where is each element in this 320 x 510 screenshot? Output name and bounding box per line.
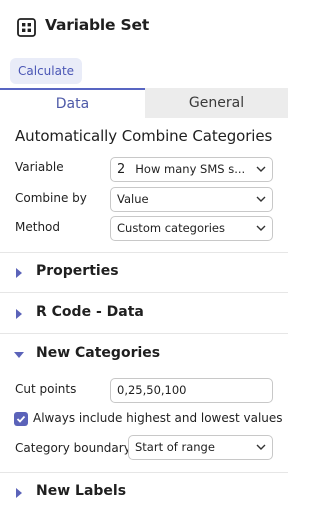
combine-by-label: Combine by: [15, 191, 87, 205]
tab-general[interactable]: General: [145, 88, 288, 118]
divider: [0, 252, 288, 253]
new-categories-section-toggle[interactable]: New Categories: [0, 340, 288, 370]
combine-by-select[interactable]: Value: [110, 187, 273, 212]
category-boundary-value: Start of range: [135, 440, 215, 454]
section-title: Automatically Combine Categories: [15, 127, 273, 145]
checkmark-icon: [16, 415, 26, 423]
grid-icon: [17, 18, 36, 37]
caret-right-icon: [16, 268, 22, 278]
chevron-down-icon: [256, 166, 266, 172]
panel-title: Variable Set: [45, 16, 150, 34]
variable-select[interactable]: 2 How many SMS s...: [110, 157, 273, 182]
method-value: Custom categories: [117, 221, 225, 235]
caret-right-icon: [16, 309, 22, 319]
new-labels-section-toggle[interactable]: New Labels: [0, 478, 288, 508]
tab-bar: Data General: [0, 88, 288, 118]
caret-down-icon: [14, 352, 24, 358]
chevron-down-icon: [256, 444, 266, 450]
cut-points-label: Cut points: [15, 382, 77, 396]
properties-label: Properties: [36, 263, 119, 279]
divider: [0, 292, 288, 293]
properties-section-toggle[interactable]: Properties: [0, 258, 288, 288]
r-code-label: R Code - Data: [36, 304, 144, 320]
chevron-down-icon: [256, 196, 266, 202]
category-boundary-label: Category boundary: [15, 441, 131, 455]
r-code-section-toggle[interactable]: R Code - Data: [0, 299, 288, 329]
chevron-down-icon: [256, 225, 266, 231]
new-categories-label: New Categories: [36, 345, 161, 361]
divider: [0, 472, 288, 473]
method-select[interactable]: Custom categories: [110, 216, 273, 241]
variable-label: Variable: [15, 160, 64, 174]
divider: [0, 333, 288, 334]
include-extremes-checkbox[interactable]: [14, 412, 28, 426]
cut-points-input[interactable]: 0,25,50,100: [110, 378, 273, 403]
new-labels-label: New Labels: [36, 483, 127, 499]
variable-value: How many SMS s...: [135, 162, 246, 176]
calculate-button[interactable]: Calculate: [10, 58, 83, 84]
tab-data[interactable]: Data: [0, 88, 145, 118]
category-boundary-select[interactable]: Start of range: [128, 435, 273, 460]
caret-right-icon: [16, 488, 22, 498]
panel-header: Variable Set: [0, 0, 288, 54]
variable-number: 2: [117, 162, 126, 177]
method-label: Method: [15, 220, 61, 234]
include-extremes-label: Always include highest and lowest values: [33, 411, 283, 425]
combine-by-value: Value: [117, 192, 149, 206]
